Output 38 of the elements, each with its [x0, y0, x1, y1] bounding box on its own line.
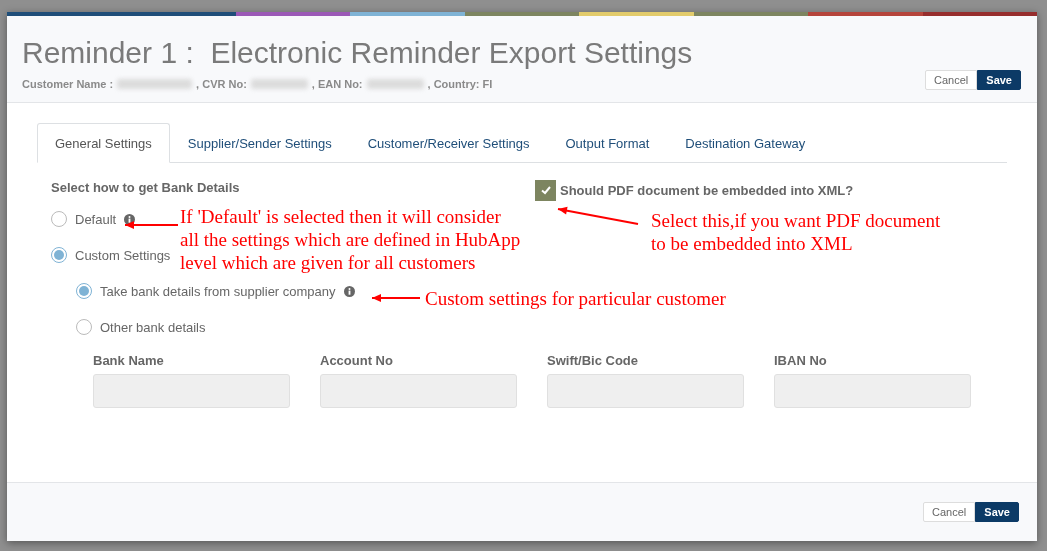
field-label: Bank Name [93, 353, 165, 368]
save-button[interactable]: Save [977, 70, 1021, 90]
tab[interactable]: Supplier/Sender Settings [169, 123, 350, 163]
option-label: Take bank details from supplier company [100, 283, 336, 299]
field-label: Account No [320, 353, 394, 368]
cancel-button[interactable]: Cancel [923, 502, 976, 522]
cancel-button[interactable]: Cancel [925, 70, 978, 90]
field-label: Swift/Bic Code [547, 353, 639, 368]
tab[interactable]: Destination Gateway [667, 123, 824, 163]
radio-button[interactable] [76, 283, 92, 299]
check-icon [539, 184, 552, 196]
customer-info-label: , EAN No: [311, 78, 363, 90]
tab[interactable]: Customer/Receiver Settings [349, 123, 548, 163]
annotation-text: Custom settings for particular customer [425, 287, 726, 310]
annotation-arrow [371, 294, 421, 302]
annotation-text: Select this,if you want PDF document to be embedded into XML [651, 209, 941, 255]
radio-button[interactable] [76, 319, 92, 335]
tab[interactable]: General Settings [37, 123, 170, 163]
customer-info-label: , Country: FI [427, 78, 493, 90]
checkbox[interactable] [535, 179, 556, 201]
radio-button[interactable] [51, 211, 67, 227]
redacted-value [250, 79, 308, 89]
option-label: Other bank details [100, 319, 206, 335]
annotation-arrow [124, 221, 179, 229]
radio-button[interactable] [51, 247, 67, 263]
customer-info-label: , CVR No: [196, 78, 247, 90]
tab[interactable]: Output Format [547, 123, 668, 163]
checkbox-label: Should PDF document be embedded into XML? [560, 182, 854, 198]
dialog-title: Reminder 1 : Electronic Reminder Export Settings [22, 36, 693, 70]
annotation-text: If 'Default' is selected then it will consider all the settings which are defined in HubApp level which are given for all customers [180, 205, 521, 274]
option-label: Default [75, 211, 117, 227]
customer-info-label: Customer Name : [22, 78, 114, 90]
field-label: IBAN No [774, 353, 828, 368]
option-label: Custom Settings [75, 247, 171, 263]
save-button[interactable]: Save [975, 502, 1019, 522]
info-icon [343, 285, 355, 297]
section-heading: Select how to get Bank Details [51, 180, 241, 195]
redacted-value [366, 79, 424, 89]
